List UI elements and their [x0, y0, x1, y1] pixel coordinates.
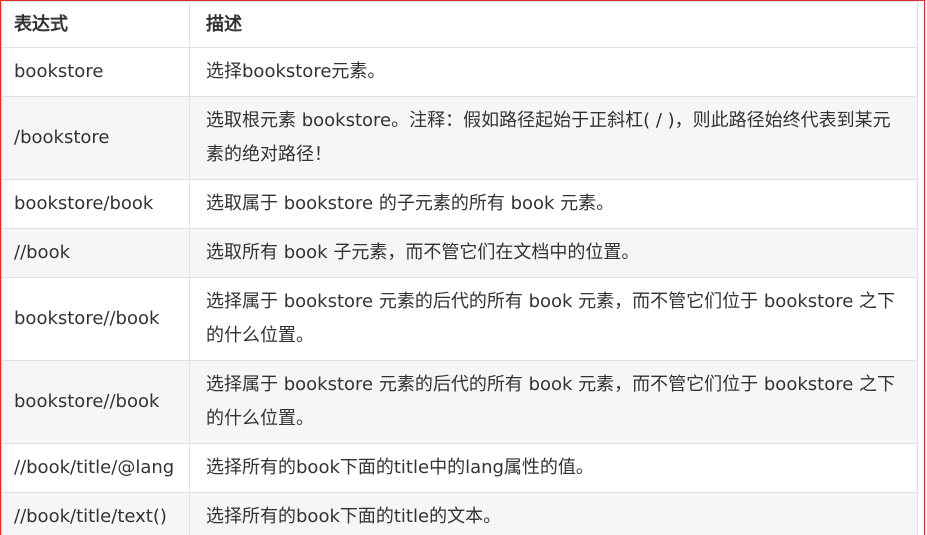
table-row: //book/title/@lang 选择所有的book下面的title中的la…: [1, 443, 918, 493]
column-header-expression: 表达式: [1, 1, 190, 48]
description-cell: 选择bookstore元素。: [189, 47, 918, 97]
table-row: bookstore 选择bookstore元素。: [1, 47, 918, 97]
content-frame: 表达式 描述 bookstore 选择bookstore元素。 /booksto…: [0, 0, 925, 535]
description-cell: 选择属于 bookstore 元素的后代的所有 book 元素，而不管它们位于 …: [189, 360, 918, 444]
table-row: bookstore//book 选择属于 bookstore 元素的后代的所有 …: [1, 277, 918, 361]
table-row: //book/title/text() 选择所有的book下面的title的文本…: [1, 492, 918, 535]
expression-cell: bookstore/book: [1, 179, 190, 229]
expression-cell: bookstore//book: [1, 360, 190, 444]
expression-cell: bookstore: [1, 47, 190, 97]
description-cell: 选择所有的book下面的title中的lang属性的值。: [189, 443, 918, 493]
table-row: bookstore//book 选择属于 bookstore 元素的后代的所有 …: [1, 360, 918, 444]
expression-cell: /bookstore: [1, 96, 190, 180]
expression-cell: //book/title/text(): [1, 492, 190, 535]
table-row: //book 选取所有 book 子元素，而不管它们在文档中的位置。: [1, 228, 918, 278]
table-row: bookstore/book 选取属于 bookstore 的子元素的所有 bo…: [1, 179, 918, 229]
xpath-expression-table: 表达式 描述 bookstore 选择bookstore元素。 /booksto…: [1, 1, 918, 535]
table-header-row: 表达式 描述: [1, 1, 918, 48]
expression-cell: //book: [1, 228, 190, 278]
description-cell: 选择所有的book下面的title的文本。: [189, 492, 918, 535]
expression-cell: //book/title/@lang: [1, 443, 190, 493]
description-cell: 选择属于 bookstore 元素的后代的所有 book 元素，而不管它们位于 …: [189, 277, 918, 361]
table-row: /bookstore 选取根元素 bookstore。注释：假如路径起始于正斜杠…: [1, 96, 918, 180]
column-header-description: 描述: [189, 1, 918, 48]
description-cell: 选取根元素 bookstore。注释：假如路径起始于正斜杠( / )，则此路径始…: [189, 96, 918, 180]
expression-cell: bookstore//book: [1, 277, 190, 361]
description-cell: 选取所有 book 子元素，而不管它们在文档中的位置。: [189, 228, 918, 278]
description-cell: 选取属于 bookstore 的子元素的所有 book 元素。: [189, 179, 918, 229]
